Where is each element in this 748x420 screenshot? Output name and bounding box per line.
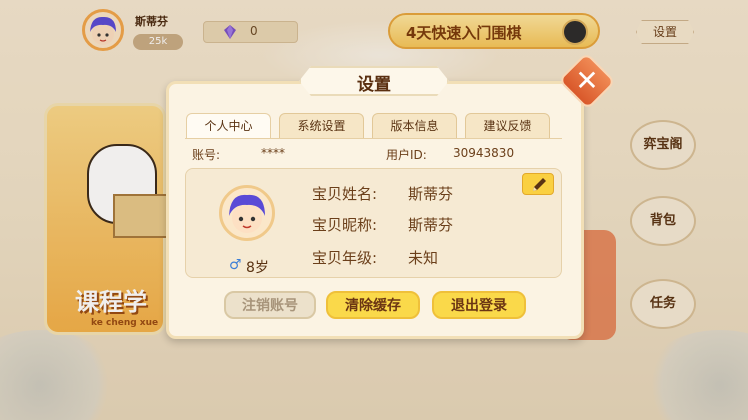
grade-value: 未知 xyxy=(408,249,439,267)
account-label: 账号: xyxy=(192,148,221,162)
tab-personal-center[interactable]: 个人中心 xyxy=(186,113,271,139)
pencil-icon xyxy=(533,178,546,191)
name-value: 斯蒂芬 xyxy=(408,185,454,203)
grade-label: 宝贝年级: xyxy=(312,249,378,267)
tab-system-settings[interactable]: 系统设置 xyxy=(279,113,364,139)
male-icon: ♂ xyxy=(229,257,242,273)
clear-cache-button[interactable]: 清除缓存 xyxy=(326,291,420,319)
dialog-title: 设置 xyxy=(357,75,391,95)
uid-label: 用户ID: xyxy=(386,148,427,162)
edit-profile-button[interactable] xyxy=(522,173,554,195)
account-value: **** xyxy=(261,146,285,160)
name-label: 宝贝姓名: xyxy=(312,185,378,203)
nickname-label: 宝贝昵称: xyxy=(312,216,378,234)
uid-value: 30943830 xyxy=(453,146,515,160)
profile-avatar-icon xyxy=(229,194,265,233)
tab-feedback[interactable]: 建议反馈 xyxy=(465,113,550,139)
close-icon[interactable]: ✕ xyxy=(566,61,608,101)
cancel-account-button[interactable]: 注销账号 xyxy=(224,291,316,319)
age-value: 8岁 xyxy=(246,260,269,276)
profile-avatar[interactable] xyxy=(219,185,275,241)
tab-divider xyxy=(185,138,562,139)
tab-version-info[interactable]: 版本信息 xyxy=(372,113,457,139)
nickname-value: 斯蒂芬 xyxy=(408,216,454,234)
logout-button[interactable]: 退出登录 xyxy=(432,291,526,319)
